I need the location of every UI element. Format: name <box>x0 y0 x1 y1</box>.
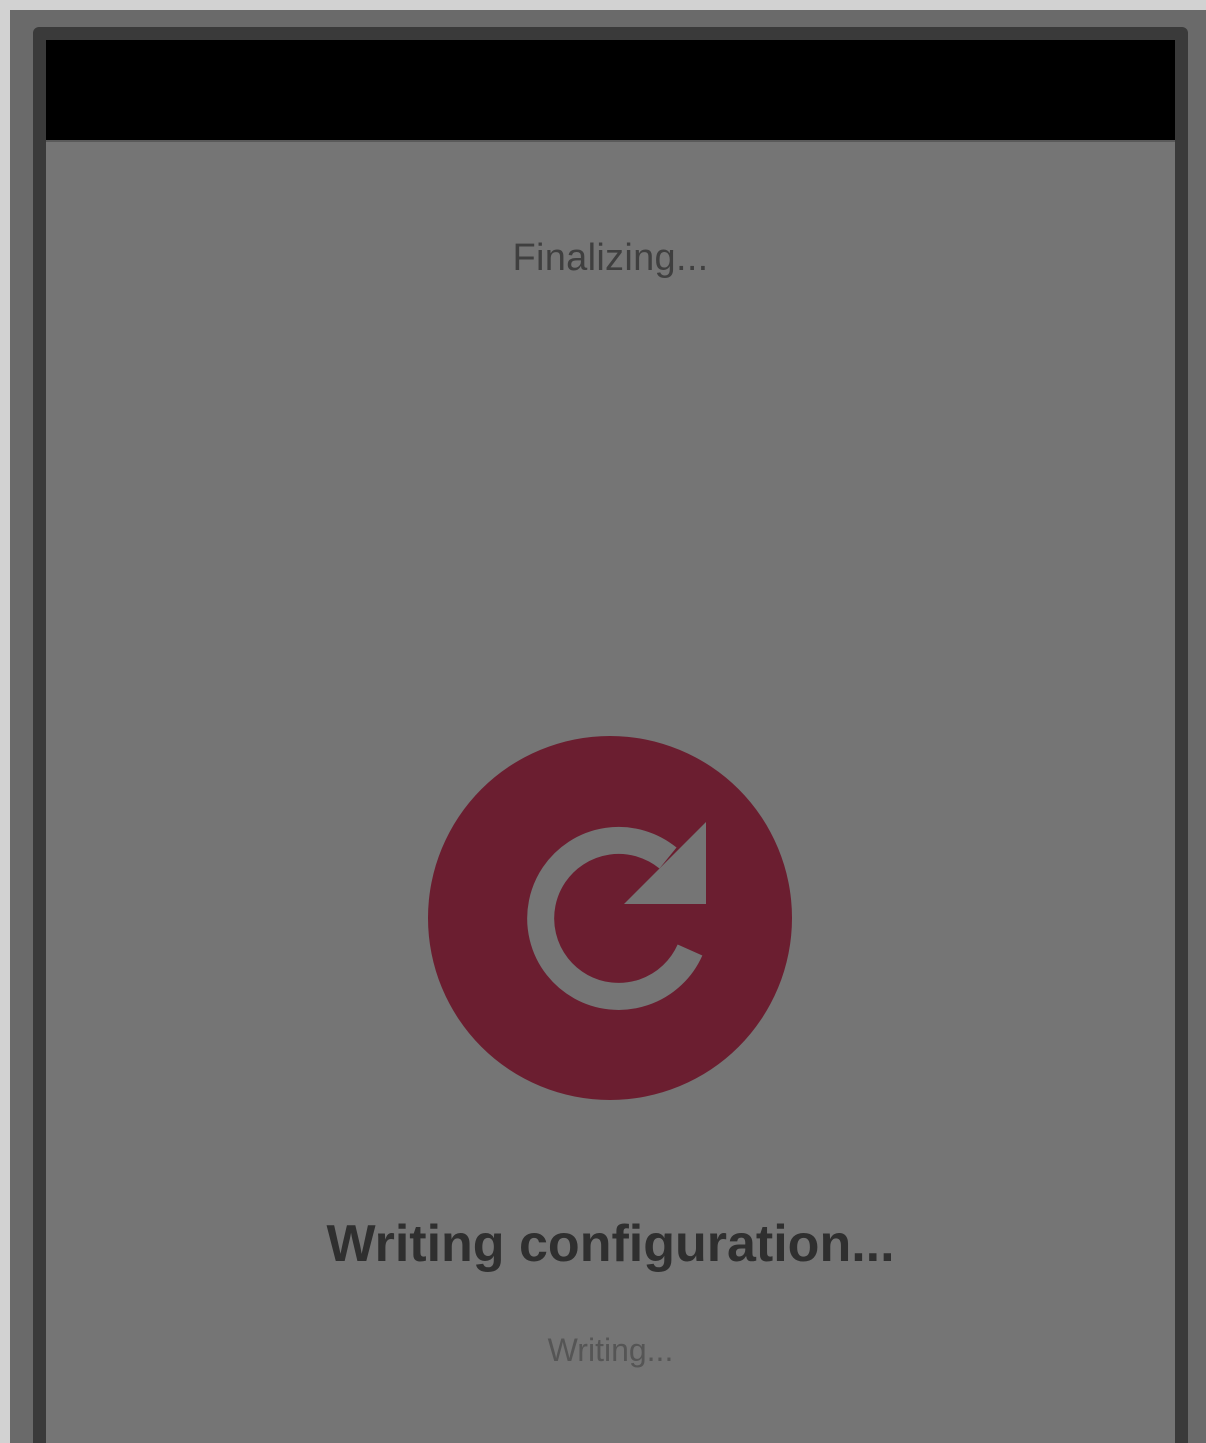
status-detail: Writing... <box>547 1332 674 1368</box>
progress-spinner <box>428 736 792 1100</box>
status-heading: Writing configuration... <box>326 1215 895 1273</box>
refresh-icon <box>527 822 706 1010</box>
installer-content: Finalizing... Writing configuration... W… <box>46 140 1175 1443</box>
window-header <box>46 40 1175 140</box>
step-title: Finalizing... <box>512 237 709 279</box>
